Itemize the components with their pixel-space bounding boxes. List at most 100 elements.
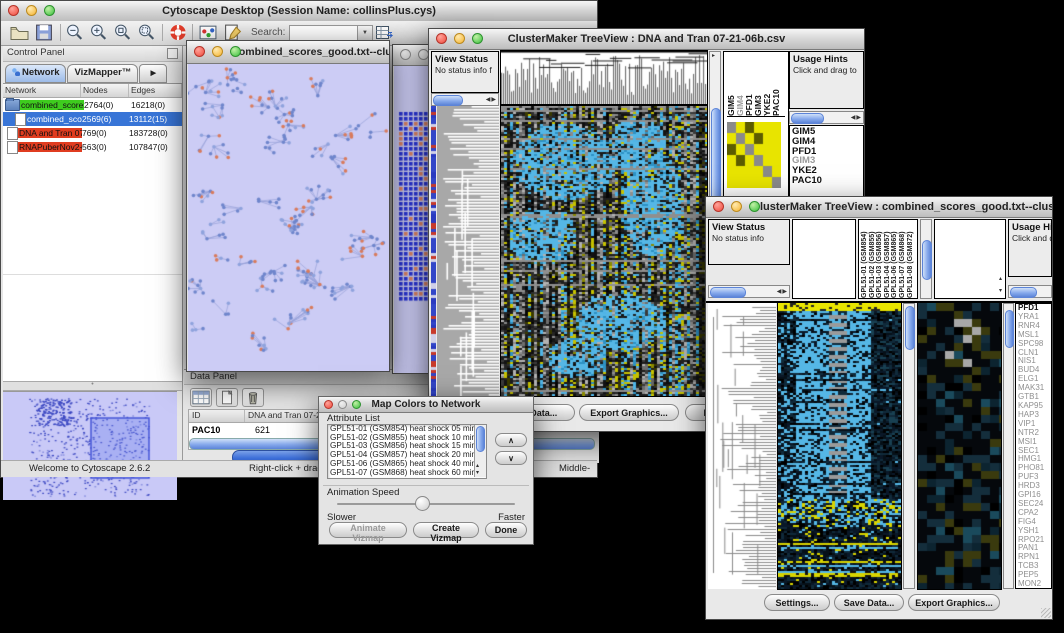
scroll-thumb[interactable] [476, 426, 485, 452]
hints-scrollbar[interactable]: ◀▶ [789, 111, 864, 124]
array-column-labels[interactable]: GPL51-01 (GSM854)GPL51-02 (GSM855)GPL51-… [858, 219, 918, 299]
hints-scrollbar[interactable] [1008, 285, 1052, 298]
zoom-button[interactable] [230, 46, 241, 57]
treeview1-title: ClusterMaker TreeView : DNA and Tran 07-… [429, 29, 864, 49]
close-button[interactable] [436, 33, 447, 44]
export-graphics-button[interactable]: Export Graphics... [908, 594, 1000, 611]
tab-vizmapper[interactable]: VizMapper™ [67, 64, 138, 83]
column-label[interactable]: PAC10 [772, 54, 781, 116]
scroll-thumb[interactable] [922, 240, 932, 280]
status-scrollbar[interactable]: ◀▶ [431, 93, 499, 106]
row-dendrogram-canvas[interactable] [437, 106, 499, 396]
array-label[interactable]: GPL51-01 (GSM854) [861, 220, 869, 298]
network-tree-row[interactable]: DNA and Tran 07769(0)183728(0) [3, 126, 182, 140]
minimize-button[interactable] [338, 400, 347, 409]
main-titlebar[interactable]: Cytoscape Desktop (Session Name: collins… [1, 1, 597, 22]
treeview2-titlebar[interactable]: ClusterMaker TreeView : combined_scores_… [706, 197, 1052, 218]
network-table-header[interactable]: Network Nodes Edges [3, 84, 182, 98]
zoom-heatmap-canvas[interactable] [918, 303, 1001, 589]
scroll-thumb[interactable] [1005, 310, 1014, 348]
global-vscrollbar[interactable] [903, 303, 915, 589]
gene-name-list[interactable]: PFD1YRA1RNR4MSL1SPC98CLN1NIS1BUD4ELG1MAK… [1015, 303, 1052, 589]
zoom-button[interactable] [352, 400, 361, 409]
zoom-vscrollbar[interactable] [1003, 303, 1014, 589]
mini-correlation-heatmap[interactable] [727, 122, 781, 188]
scroll-thumb[interactable] [710, 287, 746, 298]
gene-label[interactable]: PAC10 [792, 176, 861, 186]
status-scrollbar[interactable]: ◀▶ [708, 285, 790, 298]
heatmap-column-labels[interactable]: GIM5GIM4PFD1GIM3YKE2PAC10 [727, 54, 785, 117]
minimize-button[interactable] [454, 33, 465, 44]
minimize-button[interactable] [212, 46, 223, 57]
array-label[interactable]: GPL51-03 (GSM856) [876, 220, 884, 298]
scroll-down-icon[interactable]: ▾ [999, 287, 1002, 294]
listbox-scrollbar[interactable]: ▴ ▾ [474, 425, 486, 477]
network-tree-row[interactable]: combined_sco2569(6)13112(15) [3, 112, 182, 126]
close-button[interactable] [194, 46, 205, 57]
settings-button[interactable]: Settings... [764, 594, 830, 611]
network-name: combined_scores_ [20, 100, 84, 110]
attribute-listbox[interactable]: GPL51-01 (GSM854) heat shock 05 minGPL51… [327, 424, 487, 479]
array-label[interactable]: GPL51-06 (GSM865) [891, 220, 899, 298]
help-lifesaver-icon[interactable] [168, 23, 188, 42]
float-panel-icon[interactable] [167, 48, 178, 59]
panel-resize-handle[interactable]: • [3, 381, 182, 391]
open-folder-icon[interactable] [9, 23, 29, 42]
birdseye-overview-canvas[interactable] [3, 391, 177, 500]
create-vizmap-button[interactable]: Create Vizmap [413, 522, 479, 538]
window-resize-grip[interactable] [1041, 608, 1051, 618]
row-dendrogram-canvas[interactable] [708, 303, 776, 589]
close-button[interactable] [400, 49, 411, 60]
usage-hints-panel: Usage Hints Click and drag to [1008, 219, 1052, 277]
zoom-in-icon[interactable] [89, 23, 109, 42]
minimize-button[interactable] [26, 5, 37, 16]
doc-icon [7, 127, 18, 140]
tab-overflow-arrow[interactable]: ▶ [139, 64, 167, 83]
column-dendrogram-area[interactable] [792, 219, 856, 299]
save-icon[interactable] [34, 23, 54, 42]
column-dendrogram-canvas[interactable] [501, 51, 707, 104]
export-graphics-button[interactable]: Export Graphics... [579, 404, 679, 421]
folder-icon [5, 99, 20, 111]
animate-vizmap-button[interactable]: Animate Vizmap [329, 522, 407, 538]
doc-icon [7, 141, 18, 154]
map-colors-dialog: Map Colors to Network Attribute List GPL… [318, 396, 534, 545]
scroll-thumb[interactable] [791, 113, 824, 124]
treeview1-titlebar[interactable]: ClusterMaker TreeView : DNA and Tran 07-… [429, 29, 864, 50]
expression-heatmap-canvas[interactable] [501, 106, 707, 396]
move-down-button[interactable]: ∨ [495, 451, 527, 465]
network-window-titlebar[interactable]: combined_scores_good.txt--cluste... [187, 41, 389, 64]
scroll-thumb[interactable] [905, 306, 915, 350]
attribute-item[interactable]: GPL51-07 (GSM868) heat shock 60 min [328, 469, 486, 478]
zoom-selected-icon[interactable] [113, 23, 133, 42]
zoom-button[interactable] [44, 5, 55, 16]
network-tree-row[interactable]: RNAPuberNov2+563(0)107847(0) [3, 140, 182, 154]
zoom-fit-icon[interactable] [137, 23, 157, 42]
delete-attribute-icon[interactable] [242, 388, 264, 407]
network-view-canvas[interactable] [188, 64, 389, 371]
move-up-button[interactable]: ∧ [495, 433, 527, 447]
labels-vscrollbar[interactable] [920, 219, 932, 299]
global-heatmap-canvas[interactable] [778, 303, 901, 589]
dialog-titlebar[interactable]: Map Colors to Network [319, 397, 533, 413]
close-button[interactable] [713, 201, 724, 212]
zoom-button[interactable] [472, 33, 483, 44]
gene-label[interactable]: MON2 [1018, 580, 1051, 589]
scroll-up-icon[interactable]: ▴ [999, 275, 1002, 282]
attribute-select-icon[interactable] [190, 388, 212, 407]
close-button[interactable] [324, 400, 333, 409]
array-label[interactable]: GPL51-08 (GSM872) [907, 220, 915, 298]
zoom-out-icon[interactable] [65, 23, 85, 42]
zoom-button[interactable] [749, 201, 760, 212]
slider-thumb[interactable] [415, 496, 430, 511]
save-data-button[interactable]: Save Data... [834, 594, 904, 611]
new-attribute-icon[interactable] [216, 388, 238, 407]
array-label[interactable]: GPL51-07 (GSM868) [899, 220, 907, 298]
done-button[interactable]: Done [485, 522, 527, 538]
scroll-thumb[interactable] [1010, 287, 1037, 298]
scroll-thumb[interactable] [433, 95, 463, 106]
close-button[interactable] [8, 5, 19, 16]
network-tree-row[interactable]: combined_scores_2764(0)16218(0) [3, 98, 182, 112]
minimize-button[interactable] [731, 201, 742, 212]
tab-network[interactable]: Network [5, 64, 66, 83]
